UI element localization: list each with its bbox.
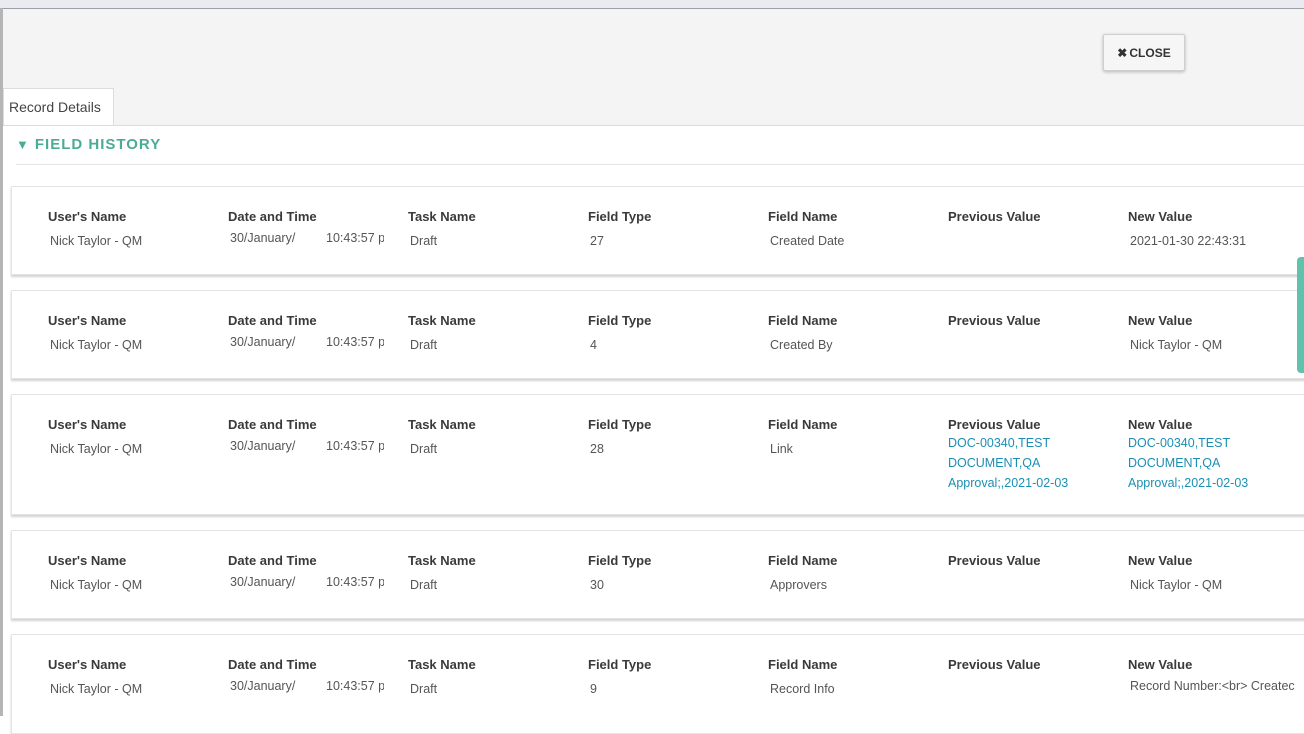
history-card: User's Name Nick Taylor - QM Date and Ti…: [11, 530, 1304, 619]
label-field-type: Field Type: [588, 657, 652, 672]
label-field-type: Field Type: [588, 417, 652, 432]
label-user: User's Name: [48, 313, 127, 328]
value-time: 10:43:57 p: [326, 575, 384, 589]
value-task: Draft: [410, 682, 438, 696]
section-divider: [16, 164, 1304, 165]
label-task: Task Name: [408, 553, 476, 568]
label-datetime: Date and Time: [228, 313, 317, 328]
label-field-type: Field Type: [588, 313, 652, 328]
value-field-type: 4: [590, 338, 597, 352]
label-previous: Previous Value: [948, 657, 1041, 672]
value-field-name: Record Info: [770, 682, 835, 696]
history-card: User's Name Nick Taylor - QM Date and Ti…: [11, 186, 1304, 275]
label-datetime: Date and Time: [228, 553, 317, 568]
close-button[interactable]: ✖ CLOSE: [1103, 34, 1185, 71]
label-new: New Value: [1128, 657, 1193, 672]
tab-record-details[interactable]: Record Details: [3, 88, 114, 125]
value-user: Nick Taylor - QM: [50, 682, 143, 696]
label-user: User's Name: [48, 209, 127, 224]
value-field-type: 28: [590, 442, 604, 456]
value-field-type: 27: [590, 234, 604, 248]
label-field-name: Field Name: [768, 657, 838, 672]
label-new: New Value: [1128, 553, 1193, 568]
label-field-type: Field Type: [588, 553, 652, 568]
label-task: Task Name: [408, 417, 476, 432]
value-field-type: 9: [590, 682, 597, 696]
label-datetime: Date and Time: [228, 417, 317, 432]
value-field-type: 30: [590, 578, 604, 592]
value-time: 10:43:57 p: [326, 335, 384, 349]
label-previous: Previous Value: [948, 209, 1041, 224]
label-new: New Value: [1128, 417, 1193, 432]
value-new: 2021-01-30 22:43:31: [1130, 234, 1247, 248]
value-date: 30/January/: [230, 439, 296, 453]
tab-row: Record Details: [3, 88, 1304, 126]
label-task: Task Name: [408, 209, 476, 224]
close-button-label: CLOSE: [1129, 45, 1171, 60]
value-previous: DOC-00340,TEST DOCUMENT,QA Approval;,202…: [948, 436, 1069, 490]
value-task: Draft: [410, 338, 438, 352]
label-task: Task Name: [408, 313, 476, 328]
label-datetime: Date and Time: [228, 209, 317, 224]
value-field-name: Created By: [770, 338, 833, 352]
section-title: FIELD HISTORY: [34, 136, 162, 153]
value-field-name: Approvers: [770, 578, 827, 592]
label-field-name: Field Name: [768, 417, 838, 432]
value-new: Nick Taylor - QM: [1130, 338, 1223, 352]
label-field-name: Field Name: [768, 209, 838, 224]
value-date: 30/January/: [230, 231, 296, 245]
history-card: User's Name Nick Taylor - QM Date and Ti…: [11, 634, 1304, 734]
tab-label: Record Details: [9, 99, 101, 115]
window-top-strip: [0, 0, 1304, 9]
value-user: Nick Taylor - QM: [50, 234, 143, 248]
scrollbar-thumb[interactable]: [1297, 257, 1304, 373]
value-user: Nick Taylor - QM: [50, 578, 143, 592]
value-date: 30/January/: [230, 679, 296, 693]
value-time: 10:43:57 p: [326, 231, 384, 245]
label-task: Task Name: [408, 657, 476, 672]
label-field-name: Field Name: [768, 553, 838, 568]
label-user: User's Name: [48, 553, 127, 568]
record-details-panel: ▼ FIELD HISTORY User's Name Nick Taylor …: [3, 126, 1304, 734]
value-new: Record Number:<br> Createc: [1130, 679, 1295, 693]
label-previous: Previous Value: [948, 417, 1041, 432]
label-previous: Previous Value: [948, 313, 1041, 328]
value-time: 10:43:57 p: [326, 679, 384, 693]
label-user: User's Name: [48, 417, 127, 432]
label-new: New Value: [1128, 313, 1193, 328]
label-field-type: Field Type: [588, 209, 652, 224]
history-card: User's Name Nick Taylor - QM Date and Ti…: [11, 290, 1304, 379]
triangle-down-icon: ▼: [16, 137, 30, 152]
value-new: DOC-00340,TEST DOCUMENT,QA Approval;,202…: [1128, 436, 1249, 490]
label-datetime: Date and Time: [228, 657, 317, 672]
value-field-name: Link: [770, 442, 793, 456]
value-field-name: Created Date: [770, 234, 845, 248]
history-card: User's Name Nick Taylor - QM Date and Ti…: [11, 394, 1304, 515]
label-previous: Previous Value: [948, 553, 1041, 568]
value-date: 30/January/: [230, 335, 296, 349]
value-task: Draft: [410, 578, 438, 592]
value-date: 30/January/: [230, 575, 296, 589]
label-field-name: Field Name: [768, 313, 838, 328]
field-history-toggle[interactable]: ▼ FIELD HISTORY: [16, 136, 161, 153]
value-task: Draft: [410, 442, 438, 456]
value-user: Nick Taylor - QM: [50, 338, 143, 352]
value-new: Nick Taylor - QM: [1130, 578, 1223, 592]
header-bar: ✖ CLOSE: [3, 9, 1304, 88]
value-time: 10:43:57 p: [326, 439, 384, 453]
label-user: User's Name: [48, 657, 127, 672]
times-icon: ✖: [1117, 45, 1128, 60]
label-new: New Value: [1128, 209, 1193, 224]
value-user: Nick Taylor - QM: [50, 442, 143, 456]
value-task: Draft: [410, 234, 438, 248]
